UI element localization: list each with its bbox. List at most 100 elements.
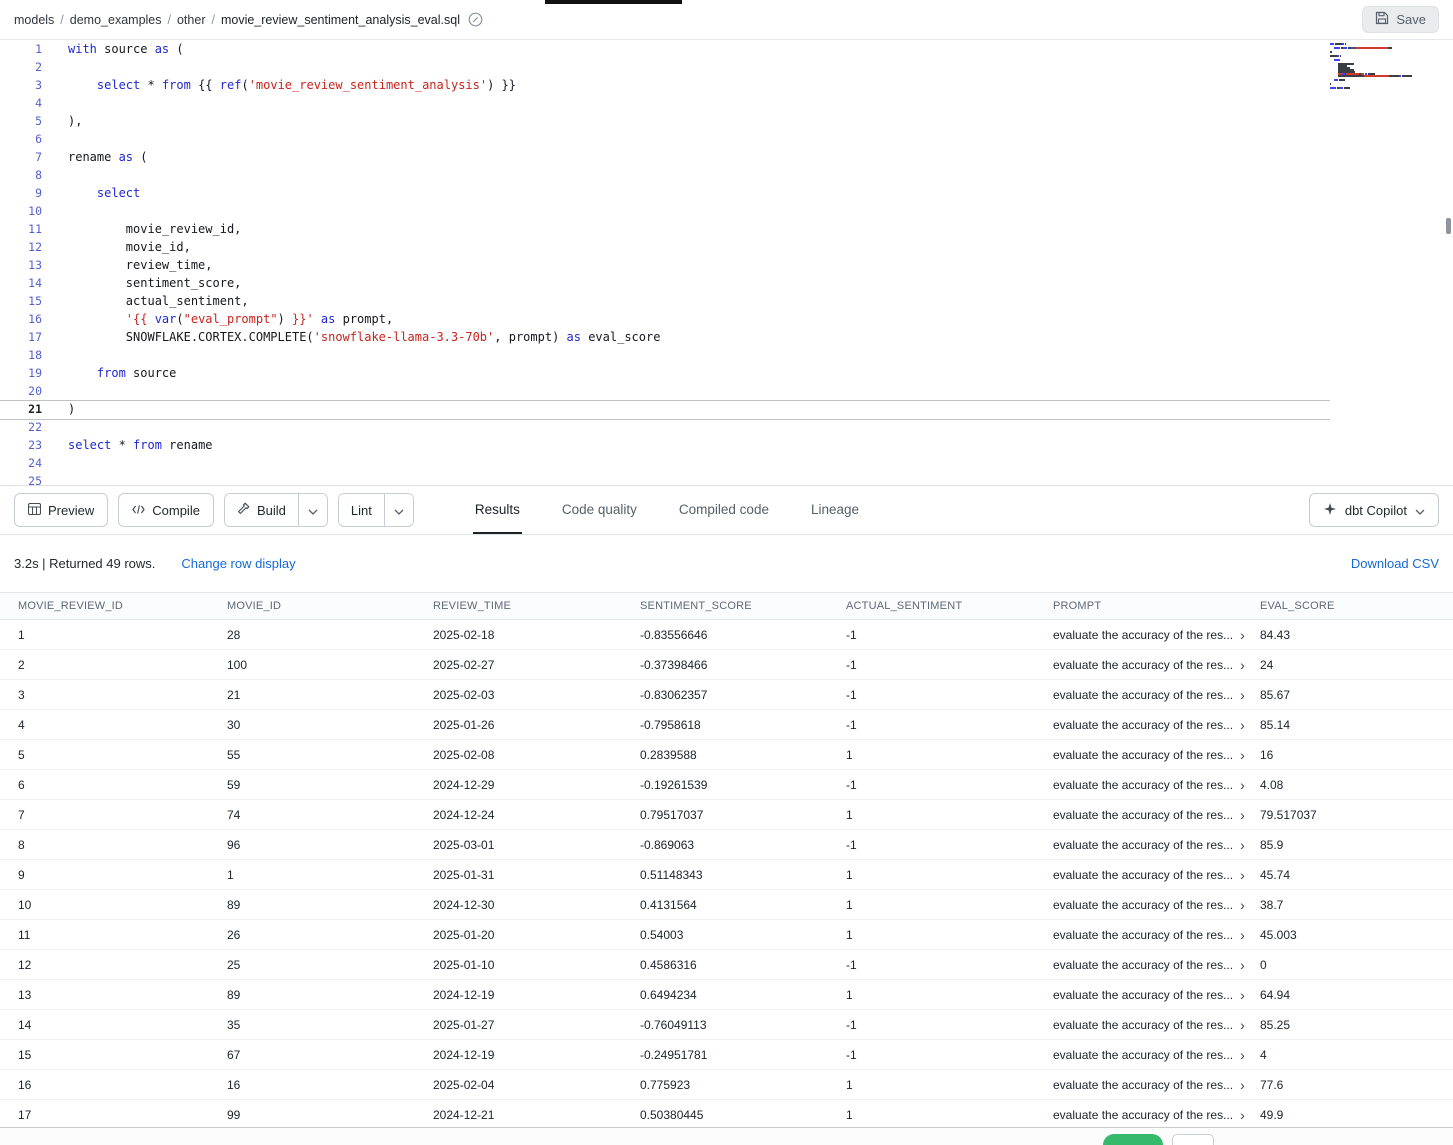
column-header[interactable]: REVIEW_TIME bbox=[433, 600, 640, 612]
expand-cell-icon[interactable]: › bbox=[1238, 688, 1247, 702]
expand-cell-icon[interactable]: › bbox=[1238, 838, 1247, 852]
expand-cell-icon[interactable]: › bbox=[1238, 628, 1247, 642]
cell: 45.74 bbox=[1260, 868, 1453, 882]
expand-cell-icon[interactable]: › bbox=[1238, 868, 1247, 882]
code-line[interactable]: 7rename as ( bbox=[0, 148, 1453, 166]
tab-compiled-code[interactable]: Compiled code bbox=[677, 486, 771, 534]
column-header[interactable]: ACTUAL_SENTIMENT bbox=[846, 600, 1053, 612]
column-header[interactable]: MOVIE_REVIEW_ID bbox=[18, 600, 227, 612]
cell: 24 bbox=[1260, 658, 1453, 672]
dbt-ide-window: models/demo_examples/other/movie_review_… bbox=[0, 0, 1453, 1145]
column-header[interactable]: SENTIMENT_SCORE bbox=[640, 600, 846, 612]
cell: 0.50380445 bbox=[640, 1108, 846, 1122]
code-line[interactable]: 20 bbox=[0, 382, 1453, 400]
expand-cell-icon[interactable]: › bbox=[1238, 1108, 1247, 1122]
code-line[interactable]: 15 actual_sentiment, bbox=[0, 292, 1453, 310]
code-line[interactable]: 17 SNOWFLAKE.CORTEX.COMPLETE('snowflake-… bbox=[0, 328, 1453, 346]
code-line[interactable]: 11 movie_review_id, bbox=[0, 220, 1453, 238]
copilot-label: dbt Copilot bbox=[1345, 503, 1407, 518]
table-body: 1282025-02-18-0.83556646-1evaluate the a… bbox=[0, 620, 1453, 1130]
code-line[interactable]: 14 sentiment_score, bbox=[0, 274, 1453, 292]
build-button[interactable]: Build bbox=[225, 494, 299, 526]
lint-dropdown-button[interactable] bbox=[385, 494, 413, 526]
prompt-cell: evaluate the accuracy of the res...› bbox=[1053, 1018, 1260, 1032]
code-line[interactable]: 4 bbox=[0, 94, 1453, 112]
cell: 8 bbox=[18, 838, 227, 852]
dbt-copilot-button[interactable]: dbt Copilot bbox=[1309, 493, 1439, 527]
expand-cell-icon[interactable]: › bbox=[1238, 748, 1247, 762]
code-line[interactable]: 5), bbox=[0, 112, 1453, 130]
code-line[interactable]: 22 bbox=[0, 418, 1453, 436]
expand-cell-icon[interactable]: › bbox=[1238, 778, 1247, 792]
code-text: movie_review_id, bbox=[42, 220, 241, 238]
code-line[interactable]: 6 bbox=[0, 130, 1453, 148]
query-status-text: 3.2s | Returned 49 rows. bbox=[14, 556, 155, 571]
change-row-display-link[interactable]: Change row display bbox=[181, 556, 295, 571]
breadcrumb-item[interactable]: models bbox=[14, 13, 54, 27]
footer-secondary-button[interactable] bbox=[1172, 1134, 1214, 1145]
tab-results[interactable]: Results bbox=[473, 486, 522, 534]
code-line[interactable]: 2 bbox=[0, 58, 1453, 76]
expand-cell-icon[interactable]: › bbox=[1238, 1078, 1247, 1092]
preview-button[interactable]: Preview bbox=[14, 493, 108, 527]
expand-cell-icon[interactable]: › bbox=[1238, 988, 1247, 1002]
footer-bar bbox=[0, 1127, 1453, 1145]
compile-button[interactable]: Compile bbox=[118, 493, 214, 527]
cell: -0.76049113 bbox=[640, 1018, 846, 1032]
cell: 2025-01-20 bbox=[433, 928, 640, 942]
expand-cell-icon[interactable]: › bbox=[1238, 808, 1247, 822]
tab-code-quality[interactable]: Code quality bbox=[560, 486, 639, 534]
cell: -1 bbox=[846, 718, 1053, 732]
file-docs-icon[interactable] bbox=[468, 12, 483, 27]
breadcrumb-item[interactable]: demo_examples bbox=[70, 13, 162, 27]
save-button[interactable]: Save bbox=[1362, 6, 1439, 33]
code-line[interactable]: 9 select bbox=[0, 184, 1453, 202]
prompt-preview: evaluate the accuracy of the res... bbox=[1053, 958, 1233, 972]
expand-cell-icon[interactable]: › bbox=[1238, 958, 1247, 972]
column-header[interactable]: PROMPT bbox=[1053, 600, 1260, 612]
code-line[interactable]: 21) bbox=[0, 400, 1453, 418]
code-line[interactable]: 24 bbox=[0, 454, 1453, 472]
expand-cell-icon[interactable]: › bbox=[1238, 1048, 1247, 1062]
code-line[interactable]: 18 bbox=[0, 346, 1453, 364]
cell: 79.517037 bbox=[1260, 808, 1453, 822]
table-row: 10892024-12-300.41315641evaluate the acc… bbox=[0, 890, 1453, 920]
editor-scrollbar-thumb[interactable] bbox=[1446, 218, 1451, 234]
code-line[interactable]: 23select * from rename bbox=[0, 436, 1453, 454]
column-header[interactable]: EVAL_SCORE bbox=[1260, 600, 1453, 612]
minimap[interactable] bbox=[1330, 43, 1445, 93]
expand-cell-icon[interactable]: › bbox=[1238, 658, 1247, 672]
line-number: 5 bbox=[0, 112, 42, 130]
cell: 38.7 bbox=[1260, 898, 1453, 912]
cell: -1 bbox=[846, 778, 1053, 792]
code-line[interactable]: 3 select * from {{ ref('movie_review_sen… bbox=[0, 76, 1453, 94]
code-line[interactable]: 10 bbox=[0, 202, 1453, 220]
expand-cell-icon[interactable]: › bbox=[1238, 898, 1247, 912]
line-number: 24 bbox=[0, 454, 42, 472]
code-line[interactable]: 16 '{{ var("eval_prompt") }}' as prompt, bbox=[0, 310, 1453, 328]
lint-button[interactable]: Lint bbox=[339, 494, 385, 526]
expand-cell-icon[interactable]: › bbox=[1238, 718, 1247, 732]
code-line[interactable]: 19 from source bbox=[0, 364, 1453, 382]
build-dropdown-button[interactable] bbox=[299, 494, 327, 526]
code-line[interactable]: 13 review_time, bbox=[0, 256, 1453, 274]
code-line[interactable]: 25 bbox=[0, 472, 1453, 486]
code-editor[interactable]: 1with source as (23 select * from {{ ref… bbox=[0, 40, 1453, 486]
cell: 0.2839588 bbox=[640, 748, 846, 762]
expand-cell-icon[interactable]: › bbox=[1238, 928, 1247, 942]
breadcrumb-item[interactable]: other bbox=[177, 13, 206, 27]
code-line[interactable]: 8 bbox=[0, 166, 1453, 184]
prompt-preview: evaluate the accuracy of the res... bbox=[1053, 1048, 1233, 1062]
footer-green-button[interactable] bbox=[1103, 1134, 1163, 1145]
breadcrumb-item[interactable]: movie_review_sentiment_analysis_eval.sql bbox=[221, 13, 460, 27]
line-number: 10 bbox=[0, 202, 42, 220]
code-text: with source as ( bbox=[42, 40, 184, 58]
code-line[interactable]: 1with source as ( bbox=[0, 40, 1453, 58]
column-header[interactable]: MOVIE_ID bbox=[227, 600, 433, 612]
download-csv-link[interactable]: Download CSV bbox=[1351, 556, 1439, 571]
expand-cell-icon[interactable]: › bbox=[1238, 1018, 1247, 1032]
copilot-sparkle-icon bbox=[1323, 502, 1337, 519]
cell: 0.6494234 bbox=[640, 988, 846, 1002]
code-line[interactable]: 12 movie_id, bbox=[0, 238, 1453, 256]
tab-lineage[interactable]: Lineage bbox=[809, 486, 861, 534]
